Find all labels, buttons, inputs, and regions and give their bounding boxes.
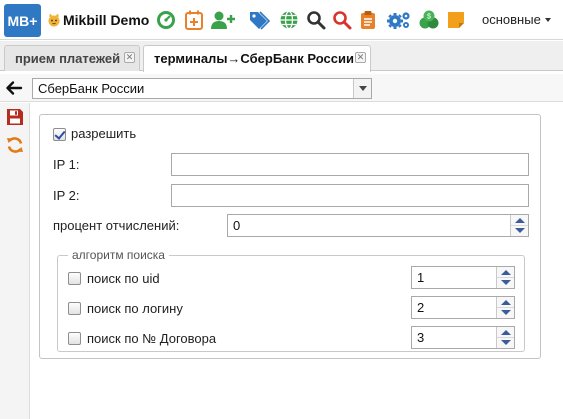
globe-icon[interactable] [278,9,300,31]
menu-selector-dropdown[interactable]: основные [482,12,551,27]
top-toolbar: MB+ Mikbill Demo $ основные [0,0,563,40]
svg-text:$: $ [427,14,431,21]
save-icon[interactable] [6,108,24,126]
dashboard-icon[interactable] [155,9,177,31]
search-by-contract-checkbox[interactable] [68,332,81,345]
caret-down-icon [544,18,551,22]
tab-label: прием платежей [15,51,121,66]
search-by-contract-label: поиск по № Договора [87,331,217,346]
spinner-arrows[interactable] [496,267,514,288]
record-nav-bar: СберБанк России [0,74,563,102]
cat-icon [48,13,60,27]
search-by-login-label: поиск по логину [87,301,183,316]
percent-value: 0 [233,218,241,233]
search-by-login-order-spinner[interactable]: 2 [411,296,515,319]
search-by-login-order: 2 [417,300,425,315]
record-select-value: СберБанк России [38,81,145,96]
search-by-contract-order: 3 [417,330,425,345]
search-by-uid-order-spinner[interactable]: 1 [411,266,515,289]
search-by-uid-checkbox[interactable] [68,272,81,285]
ip2-label: IP 2: [53,188,80,203]
spinner-arrows[interactable] [510,215,528,236]
arrow-up-icon[interactable] [501,270,511,275]
tab-payments[interactable]: прием платежей ✕ [4,45,140,71]
brand[interactable]: Mikbill Demo [47,11,149,29]
search-icon[interactable] [305,9,327,31]
tab-label: терминалы→СберБанк России [154,51,354,66]
arrow-up-icon[interactable] [515,218,525,223]
arrow-up-icon[interactable] [501,300,511,305]
calendar-add-icon[interactable] [183,9,205,31]
tab-bar: прием платежей ✕ терминалы→СберБанк Росс… [0,41,563,72]
search-algorithm-legend: алгоритм поиска [72,248,165,262]
menu-selector-label: основные [482,12,541,27]
arrow-down-icon[interactable] [515,228,525,233]
close-icon[interactable]: ✕ [355,52,366,63]
sticky-note-icon[interactable] [445,9,467,31]
app-logo-text: MB+ [7,12,38,29]
search-by-uid-label: поиск по uid [87,271,160,286]
allow-label: разрешить [71,126,137,141]
terminal-settings-form: разрешить IP 1: IP 2: процент отчислений… [39,114,541,359]
spinner-arrows[interactable] [496,327,514,348]
search-by-uid-order: 1 [417,270,425,285]
search-by-contract-order-spinner[interactable]: 3 [411,326,515,349]
allow-checkbox[interactable] [53,128,66,141]
arrow-down-icon[interactable] [501,280,511,285]
record-select-dropdown[interactable]: СберБанк России [32,78,372,99]
tab-terminals-sberbank[interactable]: терминалы→СберБанк России ✕ [143,45,371,72]
percent-spinner[interactable]: 0 [227,214,529,237]
refresh-icon[interactable] [6,136,24,154]
chevron-down-icon[interactable] [353,79,371,98]
app-title: Mikbill Demo [63,12,150,28]
back-arrow-icon[interactable] [5,79,23,97]
search-by-login-checkbox[interactable] [68,302,81,315]
add-user-icon[interactable] [209,9,237,31]
app-logo[interactable]: MB+ [4,4,41,37]
ip1-label: IP 1: [53,157,80,172]
arrow-down-icon[interactable] [501,340,511,345]
arrow-up-icon[interactable] [501,330,511,335]
spinner-arrows[interactable] [496,297,514,318]
ip2-input[interactable] [171,184,529,207]
close-icon[interactable]: ✕ [124,52,135,63]
clipboard-icon[interactable] [357,9,379,31]
tags-icon[interactable] [248,9,270,31]
settings-gears-icon[interactable] [385,9,413,31]
search-red-icon[interactable] [331,9,353,31]
arrow-down-icon[interactable] [501,310,511,315]
action-sidebar [0,103,30,419]
ip1-input[interactable] [171,153,529,176]
money-icon[interactable]: $ [418,9,440,31]
percent-label: процент отчислений: [53,218,180,233]
